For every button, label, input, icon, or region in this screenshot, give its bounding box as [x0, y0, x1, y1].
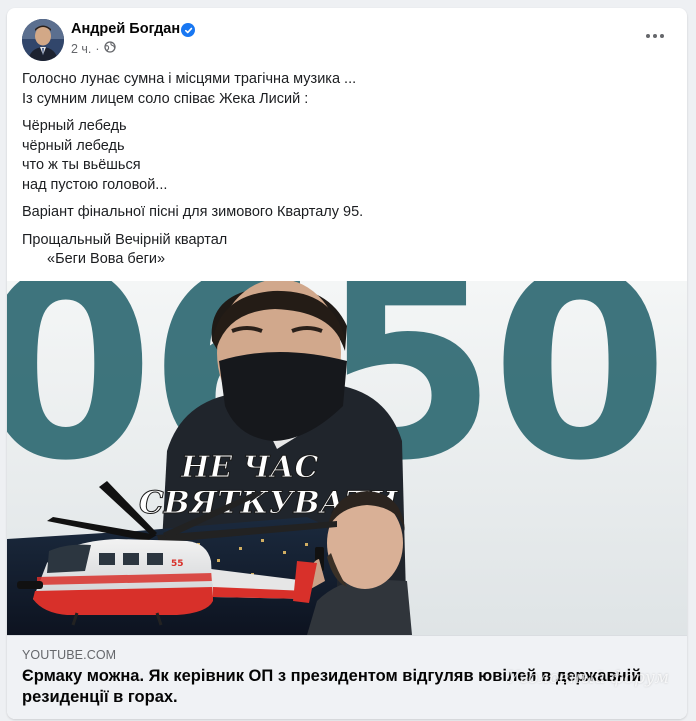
post-text-line: Голосно лунає сумна і місцями трагічна м…: [22, 71, 357, 87]
post-verse-line: что ж ты вьёшься: [22, 157, 141, 173]
post-text-line: Прощальный Вечірній квартал: [22, 231, 228, 248]
link-preview[interactable]: YOUTUBE.COM Єрмаку можна. Як керівник ОП…: [7, 635, 687, 719]
watermark: Уголовный форум: [507, 668, 669, 688]
link-domain: YOUTUBE.COM: [22, 648, 117, 662]
post-verse-line: Чёрный лебедь: [22, 118, 127, 134]
verified-badge-icon: [181, 23, 195, 37]
author-name[interactable]: Андрей Богдан: [71, 21, 180, 37]
post-text: Голосно лунає сумна і місцями трагічна м…: [22, 70, 672, 278]
more-options-icon[interactable]: [637, 22, 673, 50]
post-verse-line: чёрный лебедь: [22, 137, 125, 154]
banner-line-1: НЕ ЧАС: [180, 450, 318, 485]
post-image[interactable]: 0650 НЕ ЧАС СВЯТКУВАТИ: [7, 281, 687, 635]
post-text-line: «Беги Вова беги»: [47, 251, 166, 267]
post-text-line: Із сумним лицем соло співає Жека Лисий :: [22, 90, 309, 107]
post-card: Андрей Богдан 2 ч. · Голосно лунає сумна…: [7, 8, 687, 719]
globe-icon[interactable]: [103, 41, 116, 56]
post-header: Андрей Богдан 2 ч. ·: [7, 8, 687, 68]
post-text-line: Варіант фінальної пісні для зимового Ква…: [22, 204, 364, 220]
author-avatar[interactable]: [22, 19, 64, 61]
heli-number: 55: [171, 559, 184, 569]
post-meta: 2 ч. ·: [71, 41, 116, 56]
post-verse-line: над пустою головой...: [22, 176, 168, 193]
meta-dot: ·: [95, 41, 100, 56]
post-timestamp[interactable]: 2 ч.: [71, 42, 91, 56]
avatar-image: [22, 19, 64, 61]
